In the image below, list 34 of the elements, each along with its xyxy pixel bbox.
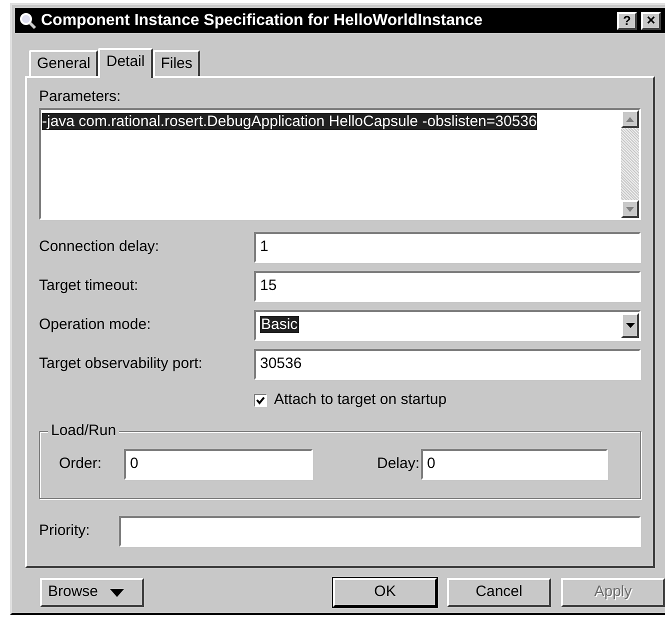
dropdown-arrow-icon	[110, 588, 124, 596]
priority-field[interactable]	[119, 516, 641, 546]
field-label: Target observability port:	[39, 354, 204, 374]
delay-field[interactable]: 0	[421, 449, 608, 480]
scroll-up-icon[interactable]	[621, 110, 639, 128]
order-label: Order:	[59, 454, 103, 474]
dialog-button[interactable]: Cancel	[447, 578, 551, 607]
parameters-text: -java com.rational.rosert.DebugApplication HelloCapsule -obslisten=30536	[42, 113, 537, 130]
priority-label: Priority:	[39, 520, 91, 541]
order-field[interactable]: 0	[124, 449, 313, 480]
tab[interactable]: Files	[152, 50, 200, 76]
field-label: Target timeout:	[39, 276, 140, 296]
close-button[interactable]: ×	[641, 12, 661, 30]
operation-mode-dropdown[interactable]: Basic	[254, 310, 641, 341]
scrollbar[interactable]	[621, 110, 639, 218]
dropdown-value: Basic	[260, 315, 300, 336]
parameters-label: Parameters:	[39, 87, 122, 107]
window-title: Component Instance Specification for HelloWorldInstance	[41, 10, 484, 30]
checkbox-label: Attach to target on startup	[274, 390, 447, 410]
help-button[interactable]: ?	[617, 12, 637, 30]
magnifier-icon	[19, 12, 37, 30]
field-label: Connection delay:	[39, 237, 160, 258]
scroll-down-icon[interactable]	[621, 200, 639, 218]
delay-label: Delay:	[377, 454, 421, 474]
browse-menu-button[interactable]: Browse	[40, 578, 144, 607]
text-field[interactable]: 30536	[254, 349, 641, 380]
tab[interactable]: Detail	[98, 48, 153, 78]
dialog-button[interactable]: OK	[333, 578, 437, 607]
field-label: Operation mode:	[39, 315, 152, 336]
text-field[interactable]: 15	[254, 271, 641, 302]
attach-checkbox[interactable]	[254, 394, 267, 407]
tab[interactable]: General	[29, 50, 98, 76]
parameters-text-area[interactable]: -java com.rational.rosert.DebugApplication HelloCapsule -obslisten=30536	[39, 108, 641, 220]
text-field[interactable]: 1	[254, 232, 641, 263]
